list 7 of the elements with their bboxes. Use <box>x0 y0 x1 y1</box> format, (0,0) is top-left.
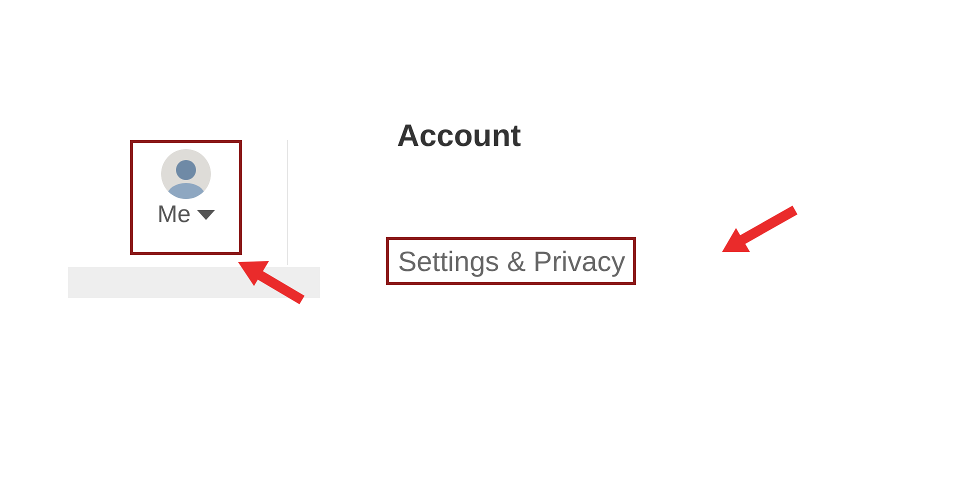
arrow-icon <box>238 261 305 304</box>
me-menu-button[interactable]: Me <box>157 201 215 229</box>
caret-icon <box>196 210 215 220</box>
arrow-icon <box>722 206 798 252</box>
settings-link[interactable]: Settings & Privacy <box>398 246 626 278</box>
section-heading: Account <box>397 118 521 154</box>
avatar-icon <box>161 149 211 199</box>
